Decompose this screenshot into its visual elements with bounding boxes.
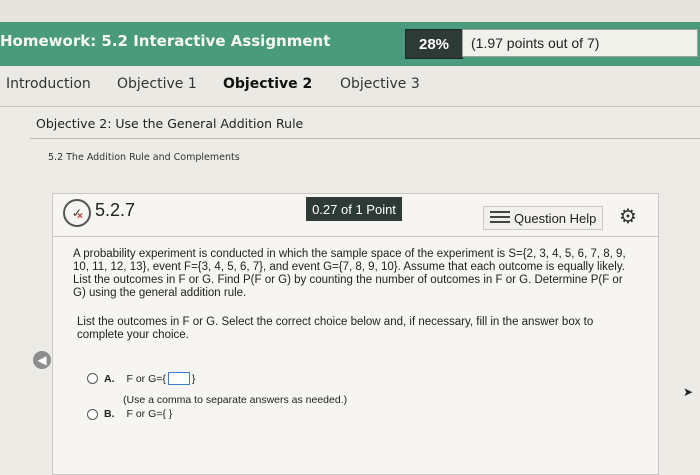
tab-objective-1[interactable]: Objective 1 [117, 76, 197, 92]
assignment-header: Homework: 5.2 Interactive Assignment 28%… [0, 22, 700, 66]
question-text: A probability experiment is conducted in… [73, 248, 626, 299]
assignment-title: Homework: 5.2 Interactive Assignment [0, 32, 331, 50]
choice-a-prefix: F or G={ [126, 372, 166, 385]
points-summary: (1.97 points out of 7) [462, 29, 698, 57]
question-number: 5.2.7 [95, 200, 136, 220]
choice-b[interactable]: B. F or G={ } [87, 408, 172, 420]
choice-a-radio[interactable] [87, 373, 98, 384]
tab-introduction[interactable]: Introduction [6, 76, 91, 92]
objective-title: Objective 2: Use the General Addition Ru… [36, 116, 304, 131]
section-subtitle: 5.2 The Addition Rule and Complements [48, 152, 240, 163]
gear-icon[interactable]: ⚙ [619, 204, 637, 229]
answer-input-box[interactable] [167, 372, 190, 385]
choice-b-text: F or G={ } [126, 408, 173, 420]
divider [30, 138, 700, 139]
tab-objective-3[interactable]: Objective 3 [340, 76, 420, 92]
list-icon [490, 211, 510, 225]
tab-objective-2[interactable]: Objective 2 [223, 76, 312, 92]
choice-letter: A. [104, 372, 115, 385]
objective-tabs: Introduction Objective 1 Objective 2 Obj… [0, 66, 700, 107]
choice-letter: B. [104, 408, 115, 420]
mouse-cursor-icon: ➤ [683, 385, 694, 399]
question-help-label: Question Help [514, 210, 597, 226]
question-instruction: List the outcomes in F or G. Select the … [77, 316, 594, 341]
choice-a[interactable]: A. F or G={ } [87, 372, 195, 385]
question-points-badge: 0.27 of 1 Point [306, 197, 402, 221]
previous-question-button[interactable]: ◀ [33, 351, 51, 369]
partial-credit-icon: ✓ × [63, 199, 91, 227]
question-help-button[interactable]: Question Help [483, 206, 603, 230]
choice-a-suffix: } [191, 372, 196, 385]
answer-hint: (Use a comma to separate answers as need… [123, 394, 348, 406]
score-percent-badge: 28% [405, 29, 463, 59]
question-card: ✓ × 5.2.7 0.27 of 1 Point Question Help ⚙… [52, 193, 659, 475]
top-strip [0, 0, 700, 22]
divider [53, 236, 658, 237]
choice-b-radio[interactable] [87, 408, 98, 420]
